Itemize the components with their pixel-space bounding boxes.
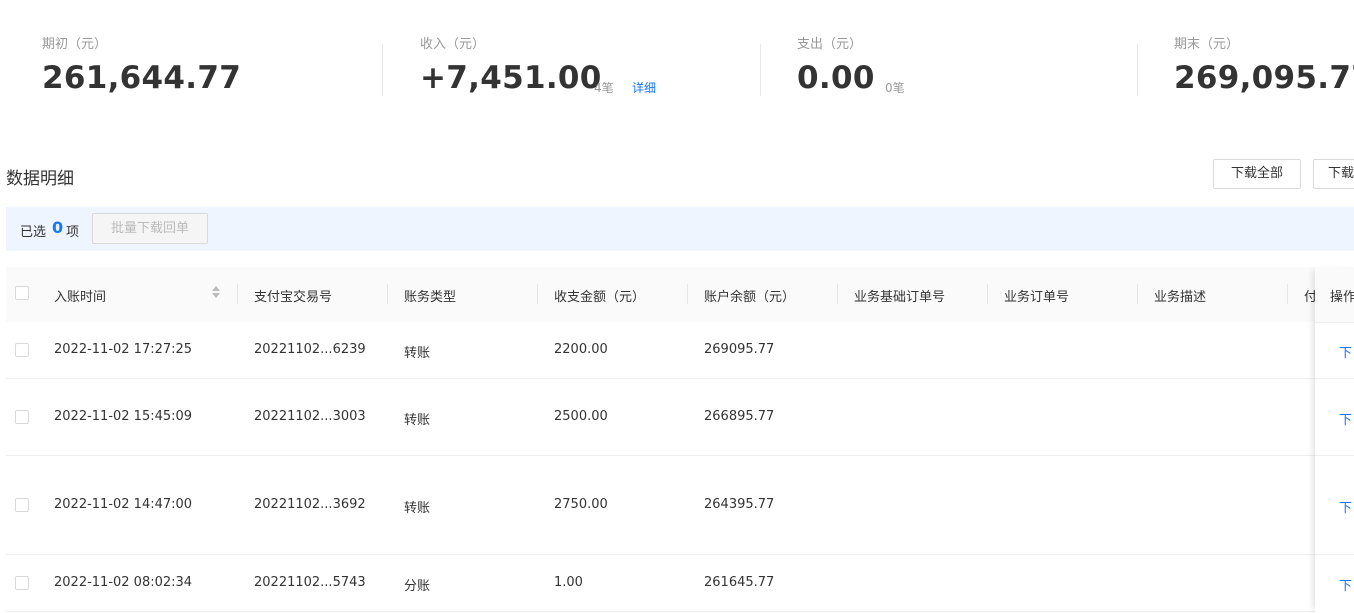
- column-header-base-order-no: 业务基础订单号: [854, 290, 946, 305]
- column-divider: [837, 284, 838, 304]
- batch-download-receipt-button[interactable]: 批量下载回单: [92, 213, 208, 244]
- stat-opening: 期初（元） 261,644.77: [42, 0, 372, 110]
- row-divider: [1315, 554, 1354, 555]
- cell-trade-no: 20221102...6239: [254, 342, 366, 357]
- stat-expense-label: 支出（元）: [797, 37, 863, 52]
- column-divider: [237, 284, 238, 304]
- stat-expense-value: 0.00: [797, 60, 875, 96]
- selection-prefix: 已选: [20, 225, 47, 240]
- cell-type: 转账: [404, 346, 431, 361]
- column-divider: [687, 284, 688, 304]
- stat-divider: [1137, 44, 1138, 96]
- column-divider: [1137, 284, 1138, 304]
- cell-type: 转账: [404, 501, 431, 516]
- row-download-link[interactable]: 下: [1339, 497, 1352, 516]
- stat-divider: [382, 44, 383, 96]
- column-header-order-no: 业务订单号: [1004, 290, 1070, 305]
- table-row: 2022-11-02 08:02:34 20221102...5743 分账 1…: [6, 555, 1354, 612]
- cell-amount: 2500.00: [554, 409, 608, 424]
- cell-balance: 269095.77: [704, 342, 775, 357]
- section-title: 数据明细: [6, 169, 74, 189]
- selection-suffix: 项: [66, 225, 80, 240]
- table-row: 2022-11-02 17:27:25 20221102...6239 转账 2…: [6, 322, 1354, 379]
- cell-type: 转账: [404, 413, 431, 428]
- select-all-checkbox[interactable]: [15, 286, 29, 300]
- stat-closing-label: 期末（元）: [1174, 37, 1240, 52]
- stat-income: 收入（元） +7,451.00 4笔 详细: [420, 0, 750, 110]
- stat-opening-value: 261,644.77: [42, 60, 242, 96]
- column-header-balance: 账户余额（元）: [704, 290, 796, 305]
- cell-time: 2022-11-02 08:02:34: [54, 575, 193, 590]
- stat-income-count: 4笔: [594, 81, 614, 95]
- cell-trade-no: 20221102...3692: [254, 497, 366, 512]
- stat-income-label: 收入（元）: [420, 37, 486, 52]
- selection-count: 0: [52, 218, 64, 237]
- row-checkbox[interactable]: [15, 498, 29, 512]
- stat-opening-label: 期初（元）: [42, 37, 108, 52]
- cell-type: 分账: [404, 579, 431, 594]
- row-checkbox[interactable]: [15, 343, 29, 357]
- sort-icon[interactable]: [212, 286, 220, 300]
- action-column: 操作 下 下 下 下: [1315, 267, 1354, 613]
- cell-balance: 261645.77: [704, 575, 775, 590]
- cell-balance: 264395.77: [704, 497, 775, 512]
- download-all-button[interactable]: 下载全部: [1213, 159, 1301, 189]
- income-detail-link[interactable]: 详细: [632, 79, 656, 96]
- row-download-link[interactable]: 下: [1339, 575, 1352, 594]
- table-header: 入账时间 支付宝交易号 账务类型 收支金额（元） 账户余额（元） 业务基础订单号…: [6, 267, 1354, 323]
- table-row: 2022-11-02 15:45:09 20221102...3003 转账 2…: [6, 379, 1354, 456]
- cell-balance: 266895.77: [704, 409, 775, 424]
- cell-time: 2022-11-02 15:45:09: [54, 409, 193, 424]
- selection-bar: 已选 0 项 批量下载回单: [6, 207, 1354, 251]
- row-download-link[interactable]: 下: [1339, 342, 1352, 361]
- column-divider: [1287, 284, 1288, 304]
- column-header-description: 业务描述: [1154, 290, 1207, 305]
- column-header-time[interactable]: 入账时间: [54, 286, 106, 305]
- cell-trade-no: 20221102...5743: [254, 575, 366, 590]
- stat-closing-value: 269,095.77: [1174, 60, 1354, 96]
- stat-expense: 支出（元） 0.00 0笔: [797, 0, 1127, 110]
- column-header-amount: 收支金额（元）: [554, 290, 646, 305]
- stat-income-value: +7,451.00: [420, 60, 602, 96]
- column-divider: [387, 284, 388, 304]
- cell-amount: 2750.00: [554, 497, 608, 512]
- column-divider: [987, 284, 988, 304]
- stat-divider: [760, 44, 761, 96]
- column-divider: [537, 284, 538, 304]
- column-header-type: 账务类型: [404, 290, 457, 305]
- column-header-action: 操作: [1330, 290, 1354, 305]
- row-divider: [1315, 455, 1354, 456]
- cell-time: 2022-11-02 14:47:00: [54, 497, 193, 512]
- stat-expense-count: 0笔: [885, 81, 905, 95]
- stat-closing: 期末（元） 269,095.77: [1174, 0, 1354, 110]
- action-column-header: 操作: [1315, 267, 1354, 323]
- row-divider: [1315, 378, 1354, 379]
- row-checkbox[interactable]: [15, 410, 29, 424]
- row-checkbox[interactable]: [15, 576, 29, 590]
- table-row: 2022-11-02 14:47:00 20221102...3692 转账 2…: [6, 456, 1354, 555]
- column-header-trade-no: 支付宝交易号: [254, 290, 333, 305]
- cell-amount: 1.00: [554, 575, 583, 590]
- cell-time: 2022-11-02 17:27:25: [54, 342, 193, 357]
- download-button[interactable]: 下载: [1313, 159, 1354, 189]
- row-download-link[interactable]: 下: [1339, 409, 1352, 428]
- cell-amount: 2200.00: [554, 342, 608, 357]
- cell-trade-no: 20221102...3003: [254, 409, 366, 424]
